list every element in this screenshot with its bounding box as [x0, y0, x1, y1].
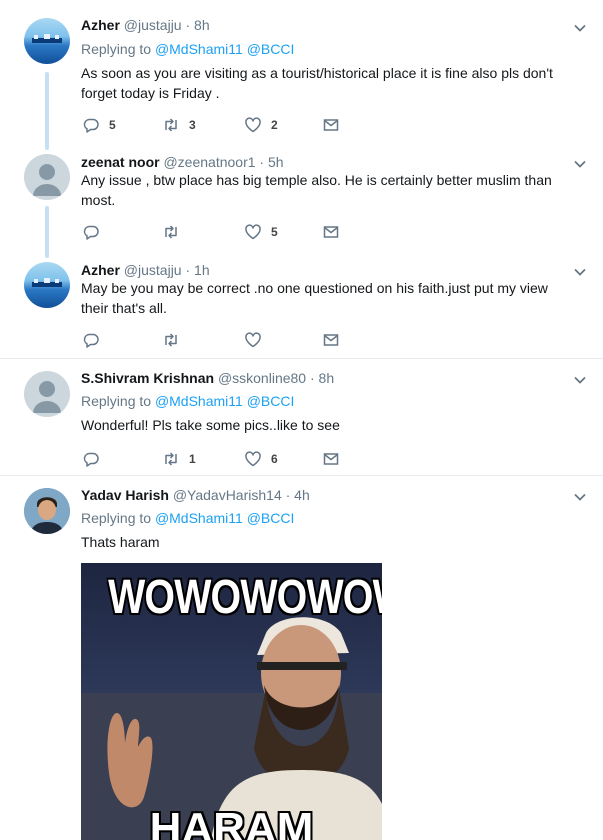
avatar[interactable] [24, 488, 70, 534]
retweet-count: 3 [189, 118, 196, 132]
avatar[interactable] [24, 18, 70, 64]
retweet-button[interactable]: 1 [162, 450, 196, 468]
mention-link[interactable]: @BCCI [247, 41, 295, 57]
display-name[interactable]: Azher [81, 17, 120, 33]
timestamp[interactable]: · 1h [185, 262, 209, 278]
replying-prefix: Replying to [81, 510, 152, 526]
mention-link[interactable]: @MdShami11 [155, 41, 243, 57]
envelope-icon [323, 119, 339, 131]
tweet-text: May be you may be correct .no one questi… [81, 280, 548, 316]
tweet-text: Thats haram [81, 534, 160, 550]
timestamp[interactable]: · 8h [185, 17, 209, 33]
user-handle[interactable]: @justajju [124, 262, 182, 278]
tweet-header: zeenat noor @zeenatnoor1 · 5h [81, 153, 284, 171]
reply-icon [83, 452, 99, 467]
tweet[interactable]: S.Shivram Krishnan @sskonline80 · 8h Rep… [0, 359, 603, 475]
tweet-header: Azher @justajju · 1h [81, 261, 210, 279]
like-count: 6 [271, 452, 278, 466]
heart-icon [245, 224, 261, 240]
replying-to: Replying to @MdShami11 @BCCI [81, 509, 294, 527]
user-handle[interactable]: @YadavHarish14 [173, 487, 282, 503]
reply-button[interactable] [82, 450, 100, 468]
retweet-icon [165, 225, 177, 239]
like-count: 2 [271, 118, 278, 132]
like-button[interactable]: 2 [244, 116, 278, 134]
dm-button[interactable] [322, 223, 340, 241]
meme-top-text: WOWOWOWOW [108, 571, 382, 624]
reply-count: 5 [109, 118, 116, 132]
timestamp[interactable]: · 5h [259, 154, 283, 170]
envelope-icon [323, 334, 339, 346]
timestamp[interactable]: · 4h [286, 487, 310, 503]
dm-button[interactable] [322, 450, 340, 468]
reply-icon [83, 118, 99, 133]
display-name[interactable]: zeenat noor [81, 154, 160, 170]
retweet-button[interactable]: 3 [162, 116, 196, 134]
user-handle[interactable]: @zeenatnoor1 [163, 154, 255, 170]
chevron-down-icon[interactable] [573, 490, 587, 504]
heart-icon [245, 332, 261, 348]
like-button[interactable]: 5 [244, 223, 278, 241]
chevron-down-icon[interactable] [573, 265, 587, 279]
tweet-text: Wonderful! Pls take some pics..like to s… [81, 417, 340, 433]
tweet-header: S.Shivram Krishnan @sskonline80 · 8h [81, 369, 334, 387]
tweet-actions: 5 3 2 [82, 116, 362, 134]
mention-link[interactable]: @MdShami11 [155, 510, 243, 526]
display-name[interactable]: S.Shivram Krishnan [81, 370, 214, 386]
replying-to: Replying to @MdShami11 @BCCI [81, 40, 294, 58]
timestamp[interactable]: · 8h [310, 370, 334, 386]
replying-to: Replying to @MdShami11 @BCCI [81, 392, 294, 410]
retweet-icon [165, 333, 177, 347]
tweet[interactable]: zeenat noor @zeenatnoor1 · 5h Any issue … [0, 148, 603, 256]
chevron-down-icon[interactable] [573, 157, 587, 171]
replying-prefix: Replying to [81, 393, 152, 409]
retweet-icon [165, 118, 177, 132]
tweet-actions: 5 [82, 223, 362, 241]
reply-button[interactable] [82, 223, 100, 241]
mention-link[interactable]: @MdShami11 [155, 393, 243, 409]
avatar[interactable] [24, 371, 70, 417]
mention-link[interactable]: @BCCI [247, 393, 295, 409]
reply-button[interactable] [82, 331, 100, 349]
tweet-text: Any issue , btw place has big temple als… [81, 172, 552, 208]
user-handle[interactable]: @sskonline80 [218, 370, 306, 386]
dm-button[interactable] [322, 116, 340, 134]
chevron-down-icon[interactable] [573, 21, 587, 35]
replying-prefix: Replying to [81, 41, 152, 57]
tweet[interactable]: Azher @justajju · 8h Replying to @MdSham… [0, 0, 603, 148]
display-name[interactable]: Yadav Harish [81, 487, 169, 503]
retweet-count: 1 [189, 452, 196, 466]
attached-meme-image[interactable]: WOWOWOWOW HARAM [81, 563, 382, 840]
envelope-icon [323, 453, 339, 465]
like-button[interactable]: 6 [244, 450, 278, 468]
retweet-button[interactable] [162, 223, 180, 241]
tweet-header: Azher @justajju · 8h [81, 16, 210, 34]
user-handle[interactable]: @justajju [124, 17, 182, 33]
retweet-icon [165, 452, 177, 466]
mention-link[interactable]: @BCCI [247, 510, 295, 526]
envelope-icon [323, 226, 339, 238]
avatar[interactable] [24, 262, 70, 308]
tweet-header: Yadav Harish @YadavHarish14 · 4h [81, 486, 310, 504]
reply-icon [83, 225, 99, 240]
like-button[interactable] [244, 331, 262, 349]
avatar[interactable] [24, 154, 70, 200]
heart-icon [245, 451, 261, 467]
display-name[interactable]: Azher [81, 262, 120, 278]
tweet-actions [82, 331, 362, 349]
chevron-down-icon[interactable] [573, 373, 587, 387]
tweet-text: As soon as you are visiting as a tourist… [81, 65, 553, 101]
heart-icon [245, 117, 261, 133]
reply-icon [83, 333, 99, 348]
retweet-button[interactable] [162, 331, 180, 349]
like-count: 5 [271, 225, 278, 239]
tweet[interactable]: Azher @justajju · 1h May be you may be c… [0, 256, 603, 358]
meme-bottom-text: HARAM [149, 804, 314, 840]
dm-button[interactable] [322, 331, 340, 349]
tweet-actions: 1 6 [82, 450, 362, 468]
reply-button[interactable]: 5 [82, 116, 116, 134]
